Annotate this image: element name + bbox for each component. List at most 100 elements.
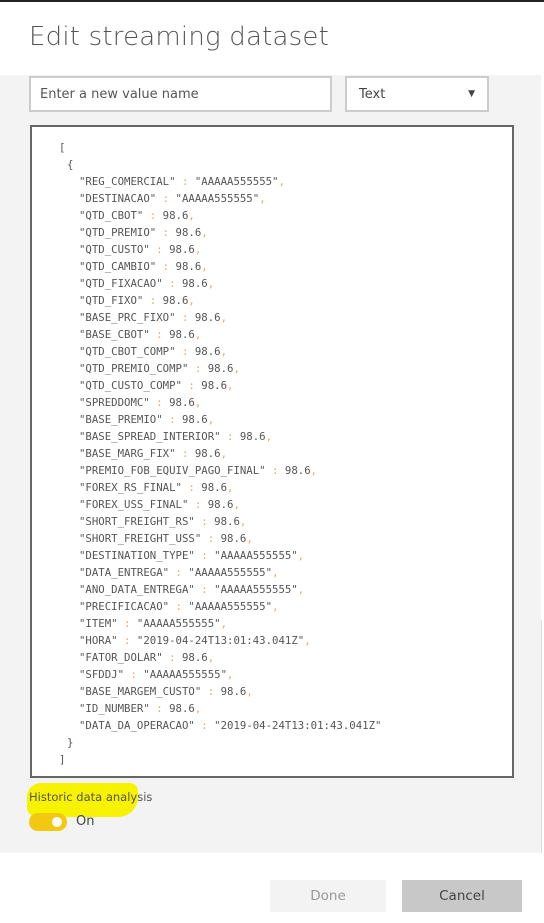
json-value: "AAAAA555555"	[143, 668, 228, 681]
json-comma: ,	[207, 277, 215, 290]
json-separator: :	[194, 583, 215, 596]
json-value: 98.6	[194, 447, 221, 460]
done-button[interactable]: Done	[270, 880, 386, 912]
json-comma: ,	[246, 685, 253, 698]
json-key: "BASE_MARGEM_CUSTO"	[79, 685, 202, 698]
json-value: "AAAAA555555"	[214, 549, 298, 562]
json-separator: :	[175, 345, 195, 358]
json-key: "QTD_PREMIO_COMP"	[79, 362, 189, 375]
json-value: 98.6	[169, 328, 195, 341]
json-value: 98.6	[169, 243, 195, 256]
json-key: "QTD_CBOT_COMP"	[79, 345, 176, 358]
json-key: "SFDDJ"	[79, 668, 125, 681]
type-select[interactable]: Text ▼	[345, 76, 489, 112]
json-separator: :	[194, 719, 215, 732]
json-key: "BASE_CBOT"	[79, 328, 150, 341]
json-comma: ,	[220, 447, 228, 460]
json-comma: ,	[207, 413, 215, 426]
json-field-line: "BASE_PREMIO" : 98.6,	[32, 411, 512, 428]
json-value: "2019-04-24T13:01:43.041Z"	[136, 634, 305, 647]
json-field-line: "DATA_DA_OPERACAO" : "2019-04-24T13:01:4…	[32, 717, 512, 734]
dialog-title: Edit streaming dataset	[29, 22, 329, 52]
json-separator: :	[169, 566, 189, 579]
json-field-line: "QTD_FIXACAO" : 98.6,	[32, 275, 512, 292]
json-key: "FOREX_RS_FINAL"	[79, 481, 182, 494]
json-key: "SPREDDOMC"	[79, 396, 150, 409]
json-field-line: "DESTINATION_TYPE" : "AAAAA555555",	[32, 547, 512, 564]
json-value: 98.6	[181, 277, 208, 290]
json-field-line: "REG_COMERCIAL" : "AAAAA555555",	[32, 173, 512, 190]
json-field-line: "BASE_SPREAD_INTERIOR" : 98.6,	[32, 428, 512, 445]
json-field-line: "PRECIFICACAO" : "AAAAA555555",	[32, 598, 512, 615]
json-comma: ,	[220, 311, 228, 324]
json-key: "SHORT_FREIGHT_RS"	[79, 515, 195, 528]
json-key: "DATA_DA_OPERACAO"	[79, 719, 195, 732]
json-separator: :	[175, 447, 195, 460]
json-comma: ,	[220, 617, 228, 630]
json-separator: :	[149, 328, 170, 341]
json-key: "ANO_DATA_ENTREGA"	[79, 583, 195, 596]
json-comma: ,	[194, 243, 202, 256]
json-field-line: "QTD_CUSTO_COMP" : 98.6,	[32, 377, 512, 394]
json-separator: :	[124, 668, 144, 681]
json-field-line: "DATA_ENTREGA" : "AAAAA555555",	[32, 564, 512, 581]
type-select-value: Text	[359, 86, 386, 102]
json-separator: :	[156, 226, 176, 239]
json-field-line: "DESTINACAO" : "AAAAA555555",	[32, 190, 512, 207]
json-value: 98.6	[220, 685, 247, 698]
toggle-state-label: On	[76, 814, 95, 829]
json-field-line: "ANO_DATA_ENTREGA" : "AAAAA555555",	[32, 581, 512, 598]
json-separator: :	[181, 379, 202, 392]
json-value: 98.6	[194, 311, 221, 324]
scrollbar-track[interactable]	[541, 620, 542, 853]
json-field-line: "ID_NUMBER" : 98.6,	[32, 700, 512, 717]
json-value: 98.6	[284, 464, 311, 477]
json-separator: :	[149, 396, 170, 409]
json-field-line: "SHORT_FREIGHT_RS" : 98.6,	[32, 513, 512, 530]
json-comma: ,	[304, 634, 311, 647]
json-comma: ,	[297, 583, 305, 596]
json-field-line: "QTD_CBOT" : 98.6,	[32, 207, 512, 224]
json-separator: :	[162, 651, 182, 664]
json-separator: :	[175, 311, 195, 324]
json-key: "QTD_FIXACAO"	[79, 277, 163, 290]
json-field-line: "BASE_MARG_FIX" : 98.6,	[32, 445, 512, 462]
json-separator: :	[201, 685, 221, 698]
cancel-button[interactable]: Cancel	[402, 880, 522, 912]
json-comma: ,	[297, 549, 305, 562]
json-value: "AAAAA555555"	[214, 583, 298, 596]
json-separator: :	[143, 209, 163, 222]
json-key: "QTD_CAMBIO"	[79, 260, 157, 273]
historic-data-toggle[interactable]	[29, 813, 67, 831]
json-separator: :	[169, 600, 189, 613]
json-comma: ,	[201, 260, 208, 273]
json-key: "REG_COMERCIAL"	[79, 175, 176, 188]
json-comma: ,	[310, 464, 318, 477]
json-key: "BASE_PREMIO"	[79, 413, 163, 426]
toggle-knob	[52, 817, 62, 827]
json-separator: :	[201, 532, 221, 545]
json-key: "QTD_FIXO"	[79, 294, 144, 307]
json-key: "PRECIFICACAO"	[79, 600, 170, 613]
json-field-line: "PREMIO_FOB_EQUIV_PAGO_FINAL" : 98.6,	[32, 462, 512, 479]
json-separator: :	[117, 634, 137, 647]
json-separator: :	[188, 498, 208, 511]
json-separator: :	[194, 515, 215, 528]
json-value: 98.6	[162, 294, 189, 307]
json-value: 98.6	[175, 260, 202, 273]
json-value: 98.6	[201, 481, 228, 494]
window-top-border	[0, 0, 544, 2]
json-key: "HORA"	[79, 634, 118, 647]
json-key: "ITEM"	[79, 617, 118, 630]
json-value: 98.6	[169, 396, 195, 409]
json-key: "FATOR_DOLAR"	[79, 651, 163, 664]
json-value: 98.6	[162, 209, 189, 222]
json-key: "QTD_CUSTO_COMP"	[79, 379, 182, 392]
json-field-line: "SHORT_FREIGHT_USS" : 98.6,	[32, 530, 512, 547]
json-value: 98.6	[201, 379, 228, 392]
json-field-line: "BASE_CBOT" : 98.6,	[32, 326, 512, 343]
json-value: 98.6	[207, 362, 234, 375]
json-close-brace: }	[67, 736, 74, 749]
value-name-input[interactable]	[29, 76, 332, 112]
json-editor[interactable]: [ { "REG_COMERCIAL" : "AAAAA555555", "DES…	[30, 125, 514, 778]
